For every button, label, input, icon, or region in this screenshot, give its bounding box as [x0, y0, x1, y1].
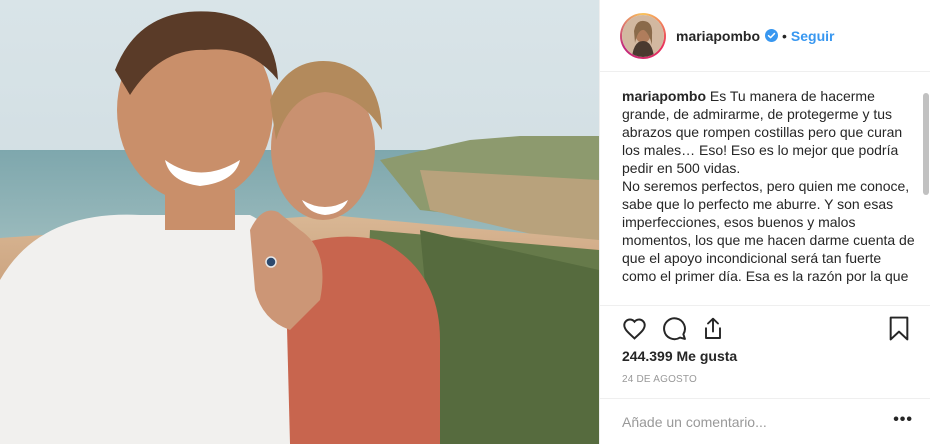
post-header: mariapombo • Seguir — [600, 0, 930, 72]
comment-form: ••• — [600, 398, 930, 444]
couple-selfie-photo — [0, 0, 599, 444]
post-side-panel: mariapombo • Seguir mariapombo Es Tu man… — [599, 0, 930, 444]
verified-badge-icon — [765, 29, 779, 42]
more-options-button[interactable]: ••• — [893, 411, 913, 429]
caption-paragraph-1: mariapombo Es Tu manera de hacerme grand… — [622, 87, 918, 177]
header-separator: • — [782, 27, 787, 44]
caption-scrollbar[interactable] — [923, 93, 929, 195]
avatar[interactable] — [620, 12, 666, 59]
caption-username[interactable]: mariapombo — [622, 88, 706, 104]
caption-area[interactable]: mariapombo Es Tu manera de hacerme grand… — [600, 73, 930, 305]
post-actions: 244.399 Me gusta 24 DE AGOSTO — [600, 305, 930, 413]
post-photo[interactable] — [0, 0, 599, 444]
post-date[interactable]: 24 DE AGOSTO — [622, 374, 697, 385]
like-count[interactable]: 244.399 Me gusta — [622, 348, 737, 364]
caption-text: mariapombo Es Tu manera de hacerme grand… — [622, 87, 918, 285]
comment-input[interactable] — [622, 413, 872, 431]
comment-bubble-icon[interactable] — [661, 315, 687, 341]
bookmark-icon[interactable] — [886, 315, 912, 341]
like-heart-icon[interactable] — [621, 315, 647, 341]
follow-button[interactable]: Seguir — [791, 28, 835, 44]
profile-picture-icon — [622, 14, 664, 57]
share-icon[interactable] — [700, 315, 726, 341]
caption-paragraph-2: No seremos perfectos, pero quien me cono… — [622, 178, 915, 284]
header-username[interactable]: mariapombo — [676, 28, 760, 44]
